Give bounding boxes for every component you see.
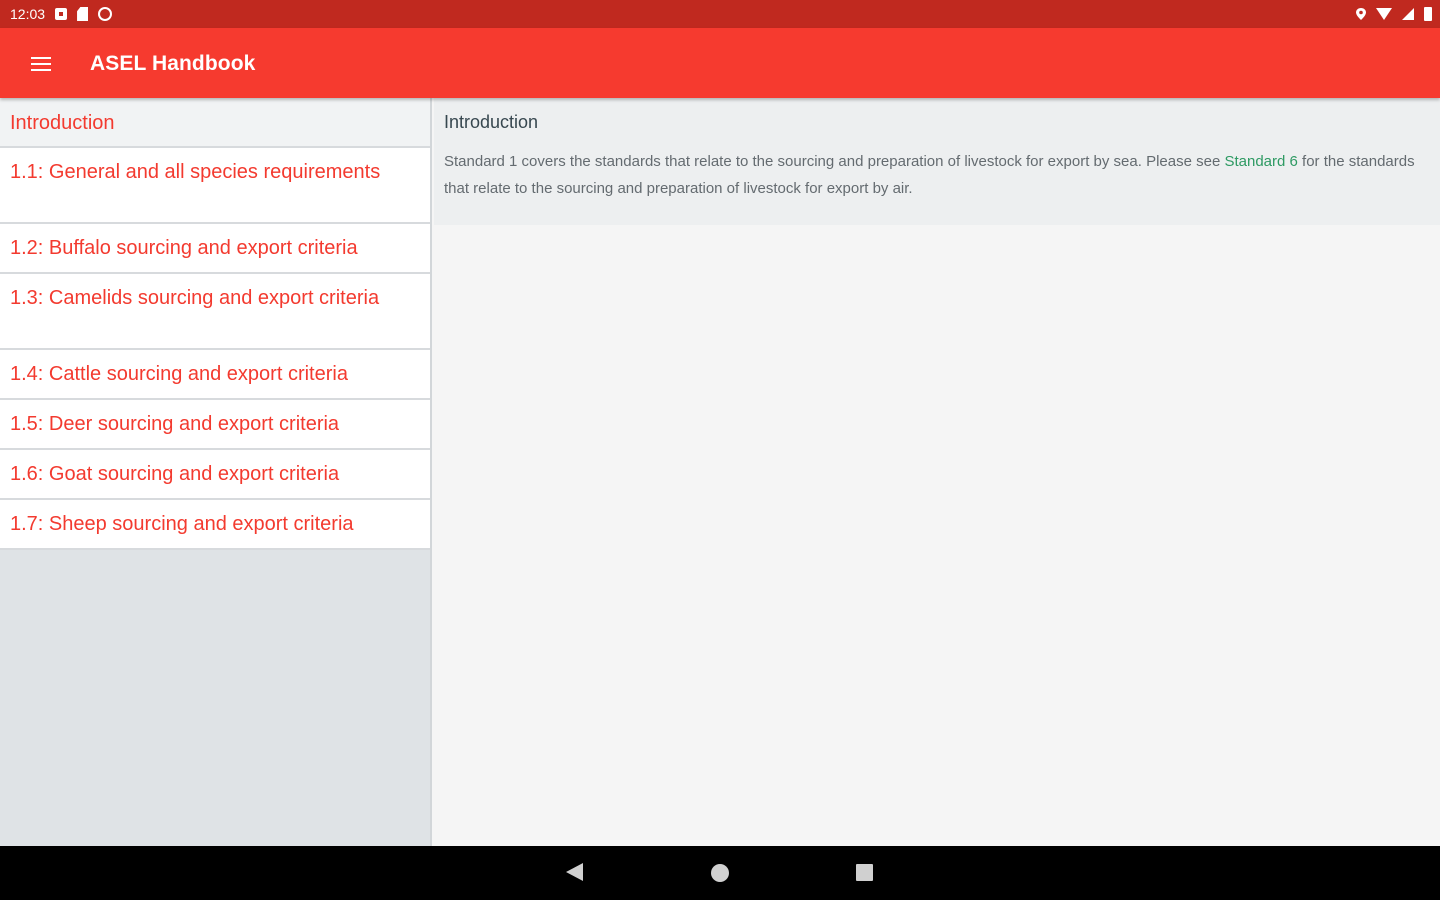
content-title: Introduction — [444, 112, 539, 132]
sidebar: Introduction 1.1: General and all specie… — [0, 98, 432, 846]
status-time: 12:03 — [10, 6, 46, 22]
back-icon[interactable] — [566, 863, 583, 881]
content-pane: Introduction Standard 1 covers the stand… — [434, 98, 1440, 846]
standard-6-link[interactable]: Standard 6 — [1224, 153, 1297, 170]
signal-icon — [1402, 8, 1414, 20]
sidebar-item-buffalo[interactable]: 1.2: Buffalo sourcing and export criteri… — [0, 224, 430, 274]
status-bar-right — [1356, 5, 1432, 23]
status-bar-left: 12:03 — [10, 5, 113, 23]
content-card: Introduction Standard 1 covers the stand… — [434, 98, 1440, 225]
battery-icon — [1424, 7, 1432, 21]
sd-card-icon — [77, 7, 89, 21]
sidebar-item-general[interactable]: 1.1: General and all species requirement… — [0, 148, 430, 224]
navigation-bar — [0, 846, 1440, 900]
sidebar-item-sheep[interactable]: 1.7: Sheep sourcing and export criteria — [0, 500, 430, 550]
sidebar-item-camelids[interactable]: 1.3: Camelids sourcing and export criter… — [0, 274, 430, 350]
location-icon — [1356, 8, 1366, 20]
sidebar-item-deer[interactable]: 1.5: Deer sourcing and export criteria — [0, 400, 430, 450]
sidebar-item-cattle[interactable]: 1.4: Cattle sourcing and export criteria — [0, 350, 430, 400]
wifi-icon — [1376, 8, 1392, 20]
app-title: ASEL Handbook — [90, 52, 256, 75]
sync-icon — [98, 7, 113, 21]
recents-icon[interactable] — [856, 864, 873, 881]
status-bar: 12:03 — [0, 0, 1440, 28]
sidebar-item-goat[interactable]: 1.6: Goat sourcing and export criteria — [0, 450, 430, 500]
sidebar-item-introduction[interactable]: Introduction — [0, 98, 430, 148]
content-body-text: Standard 1 covers the standards that rel… — [444, 153, 1225, 170]
hamburger-menu-icon[interactable] — [22, 48, 60, 80]
notification-icon — [55, 8, 68, 20]
content-body: Standard 1 covers the standards that rel… — [444, 148, 1430, 202]
app-bar: ASEL Handbook — [0, 28, 1440, 98]
home-icon[interactable] — [711, 864, 729, 882]
